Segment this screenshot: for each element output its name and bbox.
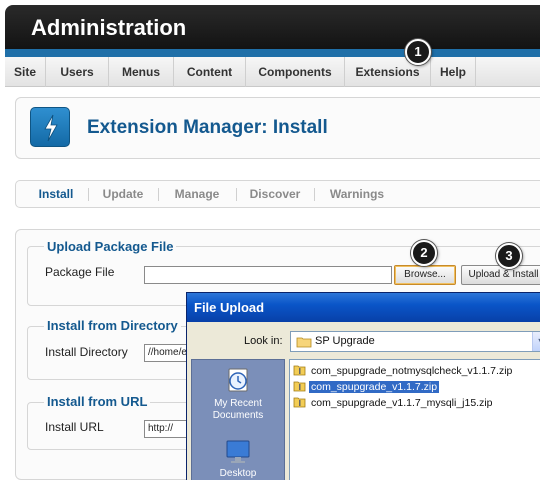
tab-divider [314,188,315,201]
tab-update[interactable]: Update [95,181,151,207]
callout-badge-1: 1 [405,39,431,65]
url-legend: Install from URL [44,394,151,409]
install-directory-input[interactable]: //home/e [144,344,188,362]
zip-folder-icon [293,364,306,381]
admin-title: Administration [31,15,187,40]
look-in-label: Look in: [244,335,283,347]
zip-folder-icon [293,380,306,397]
install-url-input[interactable]: http:// [144,420,188,438]
place-desktop[interactable]: Desktop [192,438,284,480]
place-label: My Recent Documents [212,398,264,421]
tab-divider [88,188,89,201]
header-accent-bar [5,49,540,57]
look-in-select[interactable]: SP Upgrade ▼ [290,331,540,352]
callout-badge-3: 3 [496,243,522,269]
install-directory-label: Install Directory [45,345,128,359]
tab-divider [236,188,237,201]
places-bar: My Recent Documents Desktop [191,359,285,480]
callout-badge-2: 2 [411,240,437,266]
tab-manage[interactable]: Manage [165,181,229,207]
menu-help[interactable]: Help [431,57,476,87]
dialog-title[interactable]: File Upload [187,293,540,322]
install-url-label: Install URL [45,420,104,434]
browse-button[interactable]: Browse... [394,265,456,285]
menu-site[interactable]: Site [5,57,46,87]
menu-components[interactable]: Components [246,57,345,87]
file-item[interactable]: com_spupgrade_notmysqlcheck_v1.1.7.zip [293,364,514,379]
place-recent-documents[interactable]: My Recent Documents [192,366,284,422]
place-label: Desktop [219,468,257,479]
tab-discover[interactable]: Discover [243,181,307,207]
menu-menus[interactable]: Menus [109,57,174,87]
directory-legend: Install from Directory [44,318,181,333]
menu-users[interactable]: Users [46,57,109,87]
admin-header: Administration [5,5,540,55]
tab-warnings[interactable]: Warnings [321,181,393,207]
folder-icon [296,336,312,355]
menu-content[interactable]: Content [174,57,246,87]
file-item[interactable]: com_spupgrade_v1.1.7_mysqli_j15.zip [293,396,495,411]
package-file-label: Package File [45,265,115,279]
package-file-input[interactable] [144,266,392,284]
tab-install[interactable]: Install [30,181,82,207]
file-name: com_spupgrade_v1.1.7_mysqli_j15.zip [311,397,493,409]
file-upload-dialog: File Upload Look in: SP Upgrade ▼ My Rec… [186,292,540,480]
main-menu: Site Users Menus Content Components Exte… [5,57,540,87]
page-header: Extension Manager: Install [15,97,540,159]
submenu-tabs: Install Update Manage Discover Warnings [15,180,540,208]
lightning-icon [30,107,70,147]
file-name: com_spupgrade_notmysqlcheck_v1.1.7.zip [311,365,513,377]
recent-documents-icon [228,368,248,392]
file-list: com_spupgrade_notmysqlcheck_v1.1.7.zip c… [289,359,540,480]
chevron-down-icon[interactable]: ▼ [532,332,540,351]
file-item-selected[interactable]: com_spupgrade_v1.1.7.zip [293,380,440,397]
file-name: com_spupgrade_v1.1.7.zip [309,381,440,393]
desktop-icon [226,440,250,463]
zip-folder-icon [293,396,306,413]
tab-divider [158,188,159,201]
upload-install-button[interactable]: Upload & Install [461,265,540,285]
page-title: Extension Manager: Install [87,117,328,138]
look-in-value: SP Upgrade [315,335,375,347]
upload-legend: Upload Package File [44,239,177,254]
